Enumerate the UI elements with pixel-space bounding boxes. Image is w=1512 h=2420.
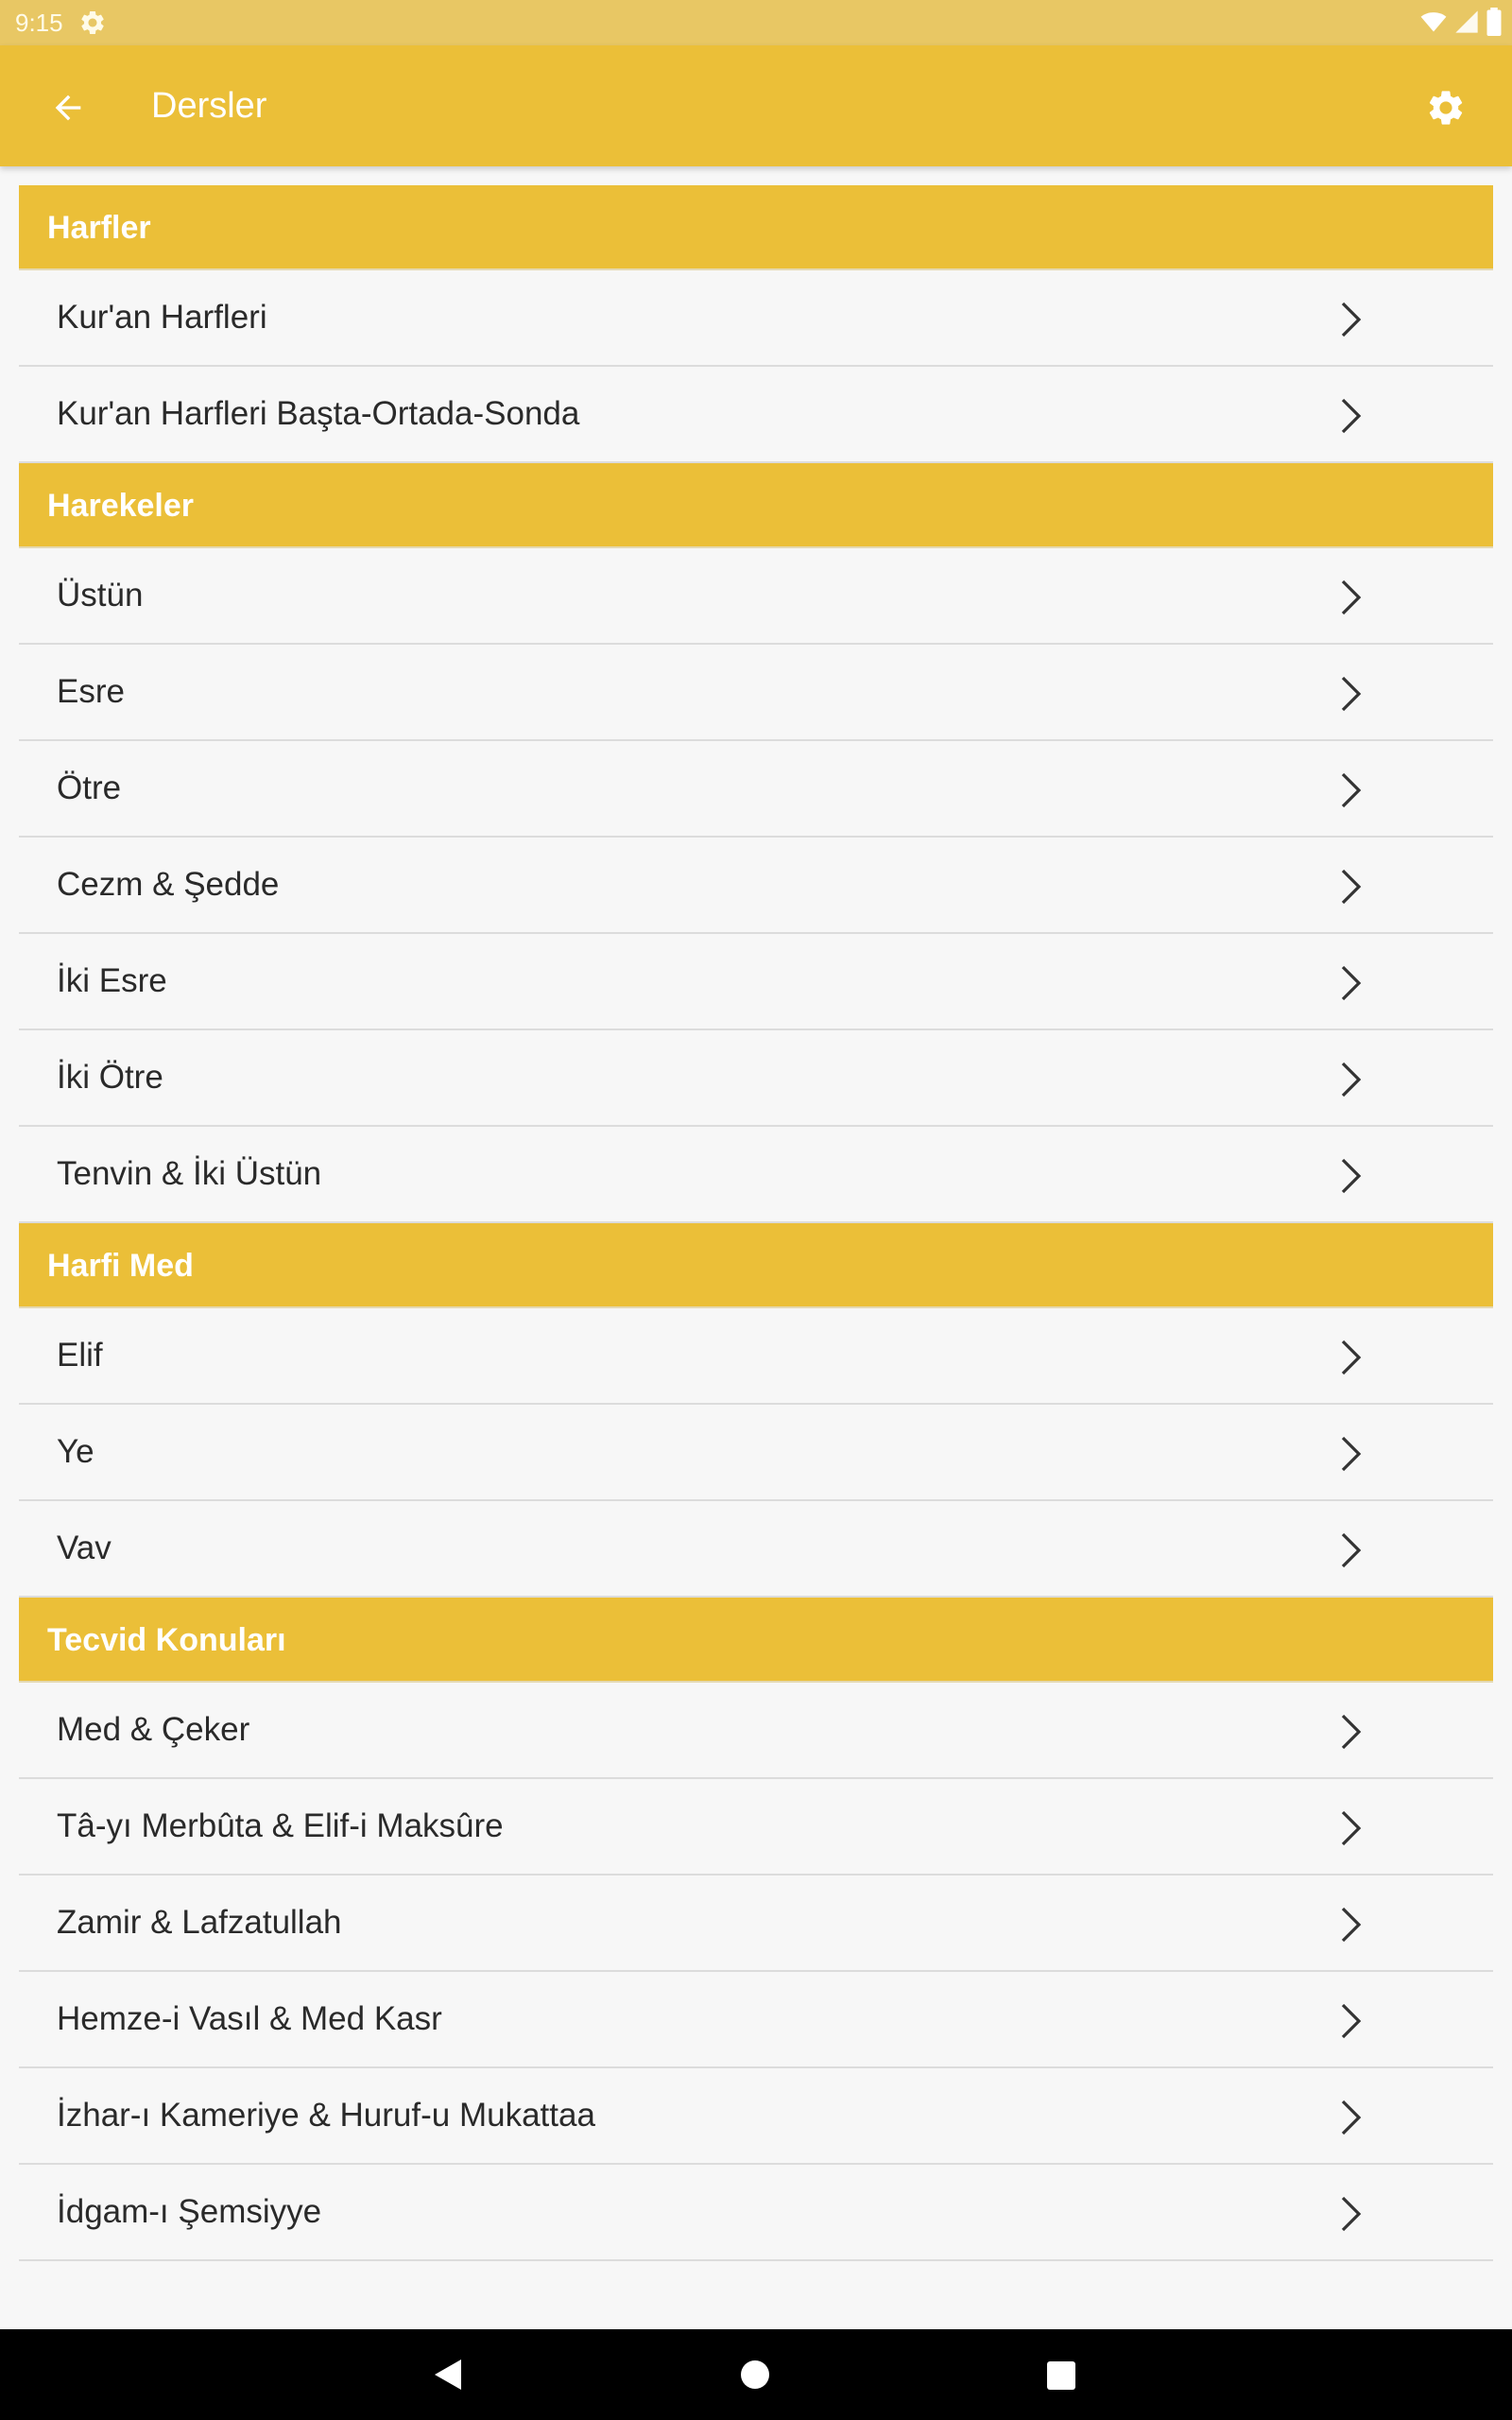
list-item[interactable]: İdgam-ı Şemsiyye [19, 2165, 1493, 2261]
wifi-icon [1419, 9, 1448, 40]
list-item[interactable]: Cezm & Şedde [19, 838, 1493, 934]
status-bar: 9:15 [0, 0, 1512, 45]
system-nav-bar [0, 2329, 1512, 2420]
nav-home-icon[interactable] [741, 2360, 769, 2389]
chevron-right-icon [1341, 869, 1362, 905]
status-time: 9:15 [15, 8, 63, 37]
section-header-harfler: Harfler [19, 185, 1493, 270]
section-header-harekeler: Harekeler [19, 463, 1493, 548]
lesson-list: Harfler Kur'an Harfleri Kur'an Harfleri … [19, 185, 1493, 2261]
list-item-label: Med & Çeker [57, 1711, 250, 1748]
section-header-harfi-med: Harfi Med [19, 1223, 1493, 1308]
list-item[interactable]: Esre [19, 645, 1493, 741]
list-item-label: Tenvin & İki Üstün [57, 1155, 322, 1192]
chevron-right-icon [1341, 302, 1362, 337]
list-item[interactable]: İzhar-ı Kameriye & Huruf-u Mukattaa [19, 2068, 1493, 2165]
settings-button[interactable] [1419, 81, 1472, 134]
list-item[interactable]: Med & Çeker [19, 1683, 1493, 1779]
list-item-label: Esre [57, 673, 125, 710]
list-item-label: Ye [57, 1433, 94, 1470]
list-item[interactable]: Tâ-yı Merbûta & Elif-i Maksûre [19, 1779, 1493, 1876]
list-item-label: Kur'an Harfleri Başta-Ortada-Sonda [57, 395, 580, 432]
list-item[interactable]: Kur'an Harfleri [19, 270, 1493, 367]
chevron-right-icon [1341, 1810, 1362, 1846]
page-title: Dersler [151, 86, 267, 126]
list-item[interactable]: İki Esre [19, 934, 1493, 1030]
list-item-label: Ötre [57, 769, 122, 806]
nav-recents-icon[interactable] [1047, 2361, 1075, 2390]
chevron-right-icon [1341, 1158, 1362, 1194]
chevron-right-icon [1341, 1436, 1362, 1472]
list-item-label: İzhar-ı Kameriye & Huruf-u Mukattaa [57, 2097, 595, 2134]
chevron-right-icon [1341, 579, 1362, 615]
chevron-right-icon [1341, 1532, 1362, 1568]
list-item-label: Hemze-i Vasıl & Med Kasr [57, 2000, 442, 2037]
list-item[interactable]: Ye [19, 1405, 1493, 1501]
list-item[interactable]: Üstün [19, 548, 1493, 645]
chevron-right-icon [1341, 772, 1362, 808]
list-item-label: Tâ-yı Merbûta & Elif-i Maksûre [57, 1807, 504, 1844]
list-item[interactable]: Vav [19, 1501, 1493, 1598]
list-item-label: Üstün [57, 577, 144, 614]
list-item[interactable]: Elif [19, 1308, 1493, 1405]
chevron-right-icon [1341, 676, 1362, 712]
list-item-label: İki Esre [57, 962, 167, 999]
chevron-right-icon [1341, 1714, 1362, 1750]
list-item[interactable]: Hemze-i Vasıl & Med Kasr [19, 1972, 1493, 2068]
list-item[interactable]: İki Ötre [19, 1030, 1493, 1127]
chevron-right-icon [1341, 2003, 1362, 2039]
list-item[interactable]: Ötre [19, 741, 1493, 838]
list-item-label: Zamir & Lafzatullah [57, 1904, 342, 1941]
list-item-label: İdgam-ı Şemsiyye [57, 2193, 322, 2230]
gear-icon [1429, 91, 1463, 125]
chevron-right-icon [1341, 965, 1362, 1001]
list-item[interactable]: Kur'an Harfleri Başta-Ortada-Sonda [19, 367, 1493, 463]
chevron-right-icon [1341, 1062, 1362, 1098]
list-item-label: Cezm & Şedde [57, 866, 280, 903]
list-item-label: Vav [57, 1530, 112, 1566]
cell-signal-icon [1453, 9, 1480, 40]
list-item-label: Elif [57, 1337, 103, 1374]
back-button[interactable] [42, 81, 94, 134]
arrow-left-icon [55, 95, 81, 121]
app-bar: Dersler [0, 45, 1512, 166]
list-item-label: İki Ötre [57, 1059, 163, 1096]
chevron-right-icon [1341, 1340, 1362, 1375]
chevron-right-icon [1341, 2100, 1362, 2135]
list-item[interactable]: Tenvin & İki Üstün [19, 1127, 1493, 1223]
chevron-right-icon [1341, 398, 1362, 434]
list-item[interactable]: Zamir & Lafzatullah [19, 1876, 1493, 1972]
chevron-right-icon [1341, 2196, 1362, 2232]
section-header-tecvid-konulari: Tecvid Konuları [19, 1598, 1493, 1683]
battery-icon [1486, 8, 1503, 41]
settings-icon [78, 9, 107, 37]
chevron-right-icon [1341, 1907, 1362, 1943]
list-item-label: Kur'an Harfleri [57, 299, 267, 336]
nav-back-icon[interactable] [433, 2358, 463, 2392]
